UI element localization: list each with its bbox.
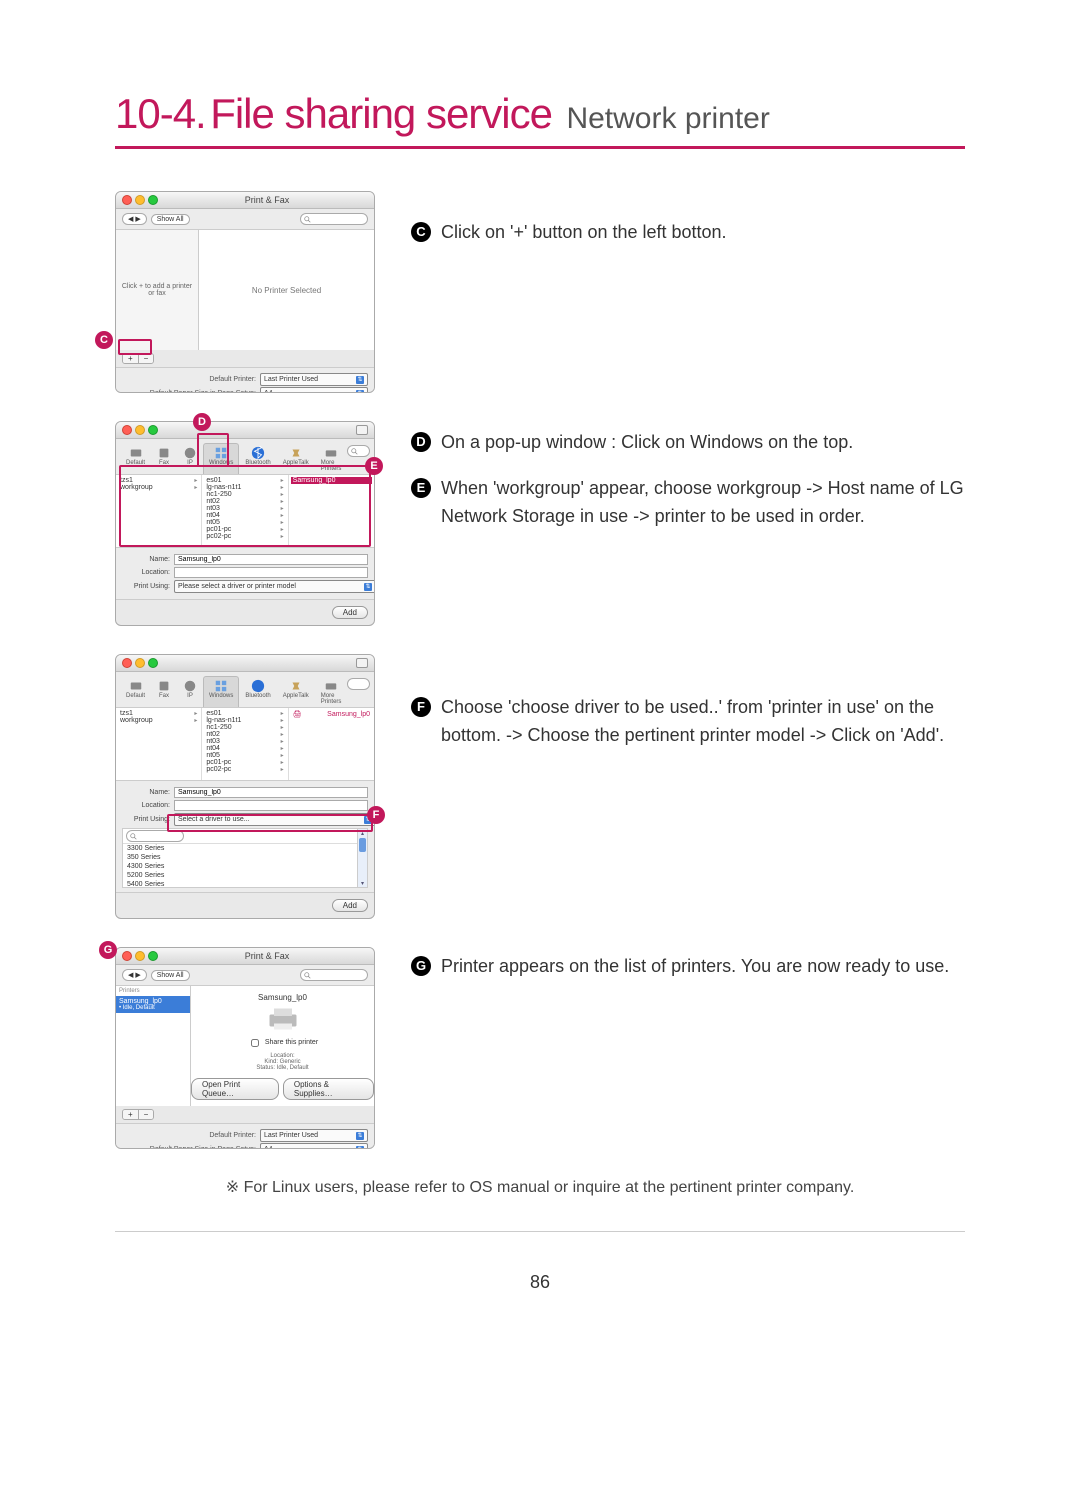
page-number: 86 — [115, 1272, 965, 1293]
step-D-text: On a pop-up window : Click on Windows on… — [441, 429, 853, 457]
tab-ip[interactable]: IP — [177, 676, 203, 707]
printer-name-input[interactable] — [174, 554, 368, 565]
printer-list[interactable]: Printers Samsung_lp0 • Idle, Default — [116, 986, 191, 1106]
bullet-F: F — [411, 697, 431, 717]
default-printer-select[interactable]: Last Printer Used⇅ — [260, 373, 368, 386]
printer-location-input[interactable] — [174, 800, 368, 811]
callout-C: C — [95, 331, 113, 349]
column-hosts[interactable]: es01▸ lg-nas-n1t1▸ nc1-250▸ nt02▸ nt03▸ … — [202, 475, 288, 547]
toolbar-pill-icon[interactable] — [356, 658, 368, 668]
add-remove-buttons[interactable]: +− — [122, 353, 154, 364]
window-title: Print & Fax — [166, 195, 368, 205]
tab-windows[interactable]: Windows — [203, 676, 239, 707]
tab-fax[interactable]: Fax — [151, 676, 177, 707]
driver-model-list[interactable]: 3300 Series 350 Series 4300 Series 5200 … — [122, 828, 368, 888]
search-input[interactable] — [300, 969, 368, 981]
callout-F: F — [367, 806, 385, 824]
step-C-text: Click on '+' button on the left botton. — [441, 219, 727, 247]
tab-more-printers[interactable]: More Printers — [315, 676, 348, 707]
column-printers[interactable]: Samsung_lp0 — [289, 475, 374, 547]
tab-default[interactable]: Default — [120, 676, 151, 707]
options-supplies-button[interactable]: Options & Supplies… — [283, 1078, 374, 1100]
tab-ip[interactable]: IP — [177, 443, 203, 474]
search-input[interactable] — [347, 445, 370, 457]
tab-more-printers[interactable]: More Printers — [315, 443, 348, 474]
printer-icon — [265, 1005, 301, 1033]
tab-default[interactable]: Default — [120, 443, 151, 474]
search-input[interactable] — [347, 678, 370, 690]
section-heading: 10-4. File sharing service Network print… — [115, 90, 965, 149]
default-printer-select[interactable]: Last Printer Used⇅ — [260, 1129, 368, 1142]
page-setup-select[interactable]: A4⇅ — [260, 387, 368, 393]
screenshot-printfax-empty: Print & Fax ◀ ▶ Show All Click + to add … — [115, 191, 375, 393]
add-remove-buttons[interactable]: +− — [122, 1109, 154, 1120]
screenshot-addprinter-1: Default Fax IP Windows Bluetooth AppleTa… — [115, 421, 375, 626]
bullet-C: C — [411, 222, 431, 242]
show-all-button[interactable]: Show All — [151, 214, 190, 225]
printer-location-input[interactable] — [174, 567, 368, 578]
share-printer-checkbox[interactable]: Share this printer — [247, 1036, 318, 1050]
back-forward[interactable]: ◀ ▶ — [122, 213, 147, 225]
callout-D: D — [193, 413, 211, 431]
printer-detail-name: Samsung_lp0 — [258, 993, 307, 1002]
footer-divider — [115, 1231, 965, 1232]
tab-appletalk[interactable]: AppleTalk — [277, 443, 315, 474]
step-G-text: Printer appears on the list of printers.… — [441, 953, 949, 981]
tab-windows[interactable]: Windows — [203, 443, 239, 474]
section-subtitle: Network printer — [566, 102, 769, 135]
tab-bluetooth[interactable]: Bluetooth — [239, 443, 276, 474]
toolbar-pill-icon[interactable] — [356, 425, 368, 435]
section-number: 10-4. — [115, 90, 206, 137]
step-E-text: When 'workgroup' appear, choose workgrou… — [441, 475, 965, 531]
search-input[interactable] — [300, 213, 368, 225]
bullet-G: G — [411, 956, 431, 976]
print-using-select[interactable]: Select a driver to use...⇅ — [174, 813, 375, 826]
printer-list-empty: Click + to add a printer or fax — [116, 230, 199, 350]
back-forward[interactable]: ◀ ▶ — [122, 969, 147, 981]
column-domains[interactable]: tzs1▸ workgroup▸ — [116, 475, 202, 547]
bullet-E: E — [411, 478, 431, 498]
tab-fax[interactable]: Fax — [151, 443, 177, 474]
show-all-button[interactable]: Show All — [151, 970, 190, 981]
open-print-queue-button[interactable]: Open Print Queue… — [191, 1078, 279, 1100]
print-using-select[interactable]: Please select a driver or printer model⇅ — [174, 580, 375, 593]
callout-E: E — [365, 457, 383, 475]
printer-name-input[interactable] — [174, 787, 368, 798]
step-F-text: Choose 'choose driver to be used..' from… — [441, 694, 965, 750]
add-printer-tabs: Default Fax IP Windows Bluetooth AppleTa… — [116, 439, 374, 475]
section-title: File sharing service — [210, 90, 552, 137]
screenshot-printfax-final: Print & Fax ◀ ▶ Show All Printers Samsun… — [115, 947, 375, 1149]
bullet-D: D — [411, 432, 431, 452]
tab-appletalk[interactable]: AppleTalk — [277, 676, 315, 707]
screenshot-addprinter-2: Default Fax IP Windows Bluetooth AppleTa… — [115, 654, 375, 919]
add-button[interactable]: Add — [332, 606, 368, 619]
tab-bluetooth[interactable]: Bluetooth — [239, 676, 276, 707]
no-printer-selected: No Printer Selected — [199, 230, 374, 350]
callout-G: G — [99, 941, 117, 959]
page-setup-select[interactable]: A4⇅ — [260, 1143, 368, 1149]
add-button[interactable]: Add — [332, 899, 368, 912]
linux-footnote: ※ For Linux users, please refer to OS ma… — [115, 1177, 965, 1197]
